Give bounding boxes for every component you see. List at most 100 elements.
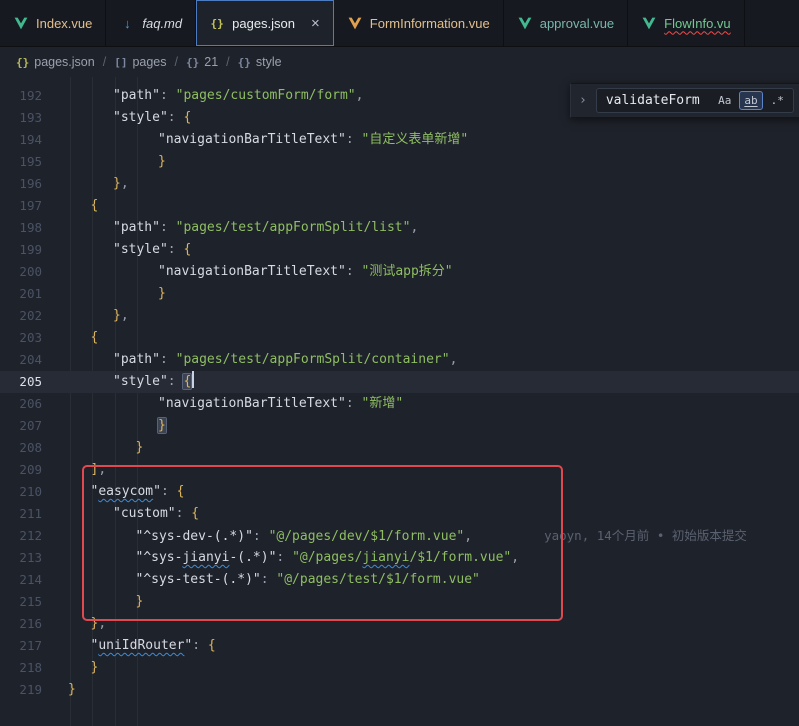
toggle-replace-icon[interactable]: › (579, 93, 587, 108)
code-line[interactable]: 194"navigationBarTitleText": "自定义表单新增" (0, 129, 799, 151)
breadcrumb-item[interactable]: {}pages.json (16, 55, 95, 69)
find-query-text[interactable]: validateForm (606, 93, 710, 108)
line-number[interactable]: 193 (0, 107, 42, 129)
tab-bar: Index.vue↓faq.md{}pages.json×FormInforma… (0, 0, 799, 47)
code-line[interactable]: 217"uniIdRouter": { (0, 635, 799, 657)
code-token: "style" (113, 374, 168, 389)
code-token: "custom" (113, 506, 176, 521)
code-line[interactable]: 206"navigationBarTitleText": "新增" (0, 393, 799, 415)
line-number[interactable]: 216 (0, 613, 42, 635)
code-line[interactable]: 201} (0, 283, 799, 305)
line-number[interactable]: 192 (0, 85, 42, 107)
code-token: "pages/customForm/form" (176, 88, 356, 103)
code-line[interactable]: 218} (0, 657, 799, 679)
code-line[interactable]: 214"^sys-test-(.*)": "@/pages/test/$1/fo… (0, 569, 799, 591)
code-line[interactable]: 210"easycom": { (0, 481, 799, 503)
code-line[interactable]: 212"^sys-dev-(.*)": "@/pages/dev/$1/form… (0, 525, 799, 547)
tab-approval-vue[interactable]: approval.vue (504, 0, 628, 46)
code-line[interactable]: 202}, (0, 305, 799, 327)
line-number[interactable]: 202 (0, 305, 42, 327)
code-line[interactable]: 207} (0, 415, 799, 437)
tab-index-vue[interactable]: Index.vue (0, 0, 106, 46)
code-token: : (261, 572, 277, 587)
line-number[interactable]: 198 (0, 217, 42, 239)
code-line[interactable]: 215} (0, 591, 799, 613)
line-number[interactable]: 197 (0, 195, 42, 217)
line-number[interactable]: 207 (0, 415, 42, 437)
line-number[interactable]: 200 (0, 261, 42, 283)
code-token: "@/pages/test/$1/form.vue" (276, 572, 480, 587)
code-line[interactable]: 211"custom": { (0, 503, 799, 525)
tab-faq-md[interactable]: ↓faq.md (106, 0, 196, 46)
code-token: , (450, 352, 458, 367)
editor-pane[interactable]: 192"path": "pages/customForm/form",193"s… (0, 77, 799, 726)
code-token: { (183, 242, 191, 257)
code-line[interactable]: 200 "navigationBarTitleText": "测试app拆分" (0, 261, 799, 283)
code-line[interactable]: 204"path": "pages/test/appFormSplit/cont… (0, 349, 799, 371)
code-line-content: } (68, 679, 76, 701)
tab-label: Index.vue (36, 16, 92, 31)
line-number[interactable]: 199 (0, 239, 42, 261)
line-number[interactable]: 203 (0, 327, 42, 349)
breadcrumb-item[interactable]: []pages (114, 55, 166, 69)
close-tab-icon[interactable]: × (311, 16, 320, 31)
line-number[interactable]: 204 (0, 349, 42, 371)
code-line[interactable]: 219} (0, 679, 799, 701)
code-token: : (346, 264, 362, 279)
code-line[interactable]: 208} (0, 437, 799, 459)
line-number[interactable]: 211 (0, 503, 42, 525)
code-line[interactable]: 209], (0, 459, 799, 481)
tab-flowinfo-vu[interactable]: FlowInfo.vu (628, 0, 744, 46)
line-number[interactable]: 205 (0, 371, 42, 393)
line-number[interactable]: 218 (0, 657, 42, 679)
code-line[interactable]: 195} (0, 151, 799, 173)
code-line-content: } (68, 591, 143, 613)
line-number[interactable]: 195 (0, 151, 42, 173)
code-token: } (91, 660, 99, 675)
line-number[interactable]: 215 (0, 591, 42, 613)
code-token: } (136, 440, 144, 455)
code-token: : (168, 374, 184, 389)
line-number[interactable]: 201 (0, 283, 42, 305)
whole-word-button[interactable]: ab (739, 91, 762, 110)
line-number[interactable]: 219 (0, 679, 42, 701)
line-number[interactable]: 210 (0, 481, 42, 503)
find-widget: › validateForm Aa ab .* (570, 83, 799, 118)
line-number[interactable]: 196 (0, 173, 42, 195)
code-line[interactable]: 205"style": { (0, 371, 799, 393)
code-line[interactable]: 198 "path": "pages/test/appFormSplit/list… (0, 217, 799, 239)
code-line[interactable]: 203 { (0, 327, 799, 349)
code-token: { (91, 330, 99, 345)
line-number[interactable]: 206 (0, 393, 42, 415)
code-line[interactable]: 197{ (0, 195, 799, 217)
vue-icon (13, 17, 29, 30)
breadcrumb-item[interactable]: {}21 (186, 55, 218, 69)
line-number[interactable]: 209 (0, 459, 42, 481)
code-token: "pages/test/appFormSplit/list" (176, 220, 411, 235)
line-number[interactable]: 217 (0, 635, 42, 657)
tab-label: pages.json (232, 16, 295, 31)
tab-forminformation-vue[interactable]: FormInformation.vue (334, 0, 504, 46)
line-number[interactable]: 208 (0, 437, 42, 459)
breadcrumb-item[interactable]: {}style (238, 55, 282, 69)
code-line[interactable]: 213"^sys-jianyi-(.*)": "@/pages/jianyi/$… (0, 547, 799, 569)
code-line[interactable]: 199"style": { (0, 239, 799, 261)
match-case-button[interactable]: Aa (713, 91, 736, 110)
line-number[interactable]: 213 (0, 547, 42, 569)
symbol-object-icon: {} (186, 56, 199, 69)
code-line-content: { (68, 327, 98, 349)
code-token: uniIdRouter (98, 638, 184, 653)
code-line[interactable]: 216}, (0, 613, 799, 635)
code-line-content: "path": "pages/test/appFormSplit/list", (68, 217, 418, 239)
code-token: "测试app拆分" (362, 264, 453, 279)
tab-pages-json[interactable]: {}pages.json× (196, 0, 334, 46)
line-number[interactable]: 214 (0, 569, 42, 591)
regex-button[interactable]: .* (766, 91, 789, 110)
line-number[interactable]: 194 (0, 129, 42, 151)
code-token: "navigationBarTitleText" (158, 264, 346, 279)
line-number[interactable]: 212 (0, 525, 42, 547)
code-lines[interactable]: 192"path": "pages/customForm/form",193"s… (0, 77, 799, 701)
code-token: , (121, 176, 129, 191)
code-line[interactable]: 196}, (0, 173, 799, 195)
find-input[interactable]: validateForm Aa ab .* (596, 88, 794, 113)
